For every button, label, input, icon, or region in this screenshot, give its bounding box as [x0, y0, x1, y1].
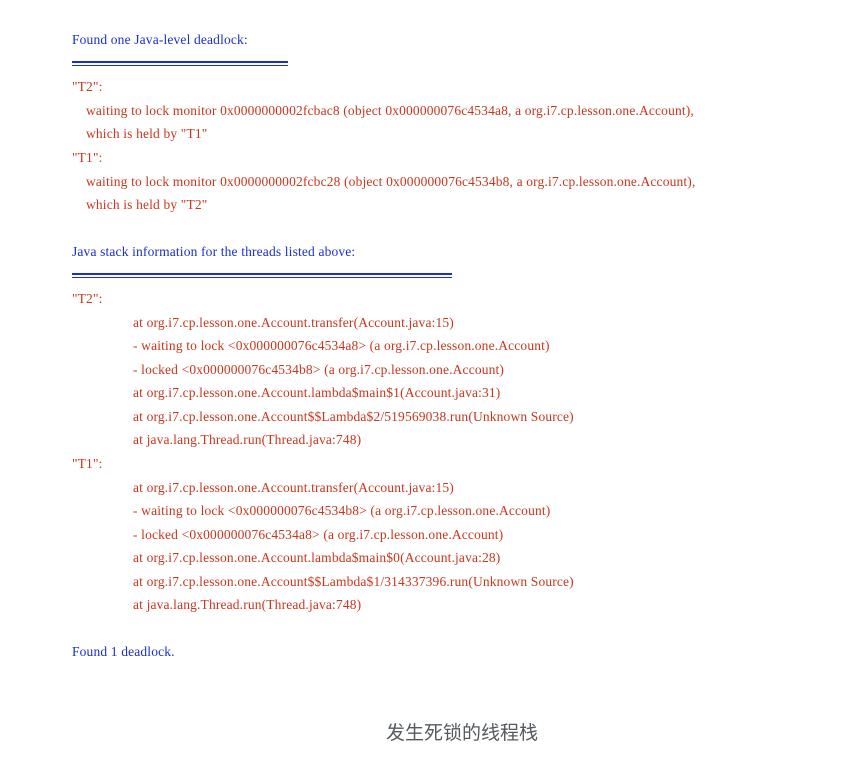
header-underline [72, 61, 288, 66]
summary-held-t1: which is held by "T2" [86, 197, 208, 212]
stack-frame: - locked <0x000000076c4534b8> (a org.i7.… [133, 362, 505, 377]
stack-frame: - waiting to lock <0x000000076c4534a8> (… [133, 338, 550, 353]
stack-frame: at org.i7.cp.lesson.one.Account.lambda$m… [133, 550, 501, 565]
image-caption: 发生死锁的线程栈 [385, 722, 538, 744]
summary-held-t2: which is held by "T1" [86, 126, 208, 141]
stack-frame: at org.i7.cp.lesson.one.Account.transfer… [133, 315, 454, 330]
stack-frame: at java.lang.Thread.run(Thread.java:748) [133, 432, 362, 447]
stack-header-underline [72, 273, 452, 278]
stack-frame: - waiting to lock <0x000000076c4534b8> (… [133, 503, 551, 518]
summary-waiting-t2: waiting to lock monitor 0x0000000002fcba… [86, 103, 694, 118]
stack-frame: at org.i7.cp.lesson.one.Account.transfer… [133, 480, 454, 495]
thread-dump: Found one Java-level deadlock: "T2": wai… [0, 0, 868, 757]
dump-header: Found one Java-level deadlock: [72, 32, 248, 47]
stack-thread-t1: "T1": [72, 456, 103, 471]
stack-frame: at org.i7.cp.lesson.one.Account$$Lambda$… [133, 409, 574, 424]
stack-thread-t2: "T2": [72, 291, 103, 306]
stack-frame: - locked <0x000000076c4534a8> (a org.i7.… [133, 527, 504, 542]
summary-thread-t1: "T1": [72, 150, 103, 165]
stack-frame: at org.i7.cp.lesson.one.Account.lambda$m… [133, 385, 501, 400]
dump-footer: Found 1 deadlock. [72, 644, 175, 659]
summary-thread-t2: "T2": [72, 79, 103, 94]
summary-waiting-t1: waiting to lock monitor 0x0000000002fcbc… [86, 174, 696, 189]
stack-header: Java stack information for the threads l… [72, 244, 356, 259]
stack-frame: at java.lang.Thread.run(Thread.java:748) [133, 597, 362, 612]
stack-frame: at org.i7.cp.lesson.one.Account$$Lambda$… [133, 574, 574, 589]
